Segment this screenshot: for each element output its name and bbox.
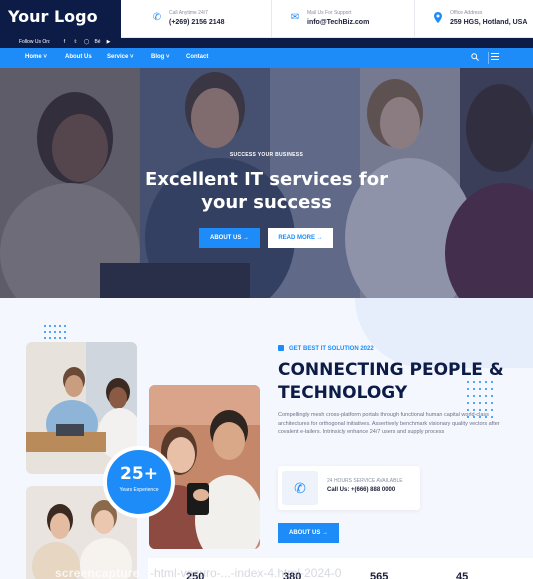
location-icon <box>433 12 443 24</box>
watermark: screencapture <box>55 566 140 579</box>
stat-number: 45 <box>456 571 469 579</box>
logo-text[interactable]: Your Logo <box>8 7 98 26</box>
social-icons: f 𝕥 ◯ Bé ▶ <box>59 39 114 45</box>
hero-banner: SUCCESS YOUR BUSINESS Excellent IT servi… <box>0 68 533 298</box>
contact-value[interactable]: info@TechBiz.com <box>307 19 369 26</box>
watermark-tail: -html-vecuro-...-index-4.html-2024-0 <box>150 566 342 579</box>
nav-contact[interactable]: Contact <box>186 54 208 60</box>
twitter-icon[interactable]: 𝕥 <box>70 39 81 45</box>
section-tag: GET BEST IT SOLUTION 2022 <box>278 345 374 352</box>
contact-label: Mail Us For Support <box>307 10 352 16</box>
page: Your Logo ✆ Call Anytime 24/7 (+269) 215… <box>0 0 533 579</box>
chat-icon <box>278 345 284 351</box>
hero-subtitle: SUCCESS YOUR BUSINESS <box>229 152 304 158</box>
experience-label: Years Experience <box>119 487 159 493</box>
hero-title: Excellent IT services for your success <box>145 169 388 213</box>
dots-decoration <box>44 325 68 339</box>
social-label: Follow Us On: <box>19 39 51 45</box>
chevron-down-icon: ˅ <box>166 54 170 60</box>
social-bar: Follow Us On: f 𝕥 ◯ Bé ▶ <box>0 38 533 48</box>
service-phone[interactable]: Call Us: +(666) 888 0000 <box>327 487 395 493</box>
nav-blog[interactable]: Blog ˅ <box>151 54 170 60</box>
header-divider <box>271 0 272 38</box>
nav-service[interactable]: Service ˅ <box>107 54 134 60</box>
main-nav: Home ˅ About Us Service ˅ Blog ˅ Contact <box>0 48 533 68</box>
stat-number: 565 <box>370 571 389 579</box>
read-more-button[interactable]: READ MORE → <box>268 228 333 248</box>
search-icon[interactable] <box>471 53 479 63</box>
contact-label: Call Anytime 24/7 <box>169 10 208 16</box>
facebook-icon[interactable]: f <box>59 39 70 45</box>
experience-badge: 25+ Years Experience <box>103 446 175 518</box>
header-divider <box>414 0 415 38</box>
nav-separator <box>488 52 489 64</box>
section-heading: CONNECTING PEOPLE & TECHNOLOGY <box>278 360 504 403</box>
top-header: Your Logo ✆ Call Anytime 24/7 (+269) 215… <box>0 0 533 38</box>
logo[interactable]: Your Logo <box>0 0 121 38</box>
contact-label: Office Address <box>450 10 483 16</box>
experience-number: 25+ <box>120 464 158 484</box>
menu-icon[interactable] <box>491 53 499 61</box>
about-us-button[interactable]: ABOUT US → <box>199 228 260 248</box>
nav-home[interactable]: Home ˅ <box>25 54 47 60</box>
chevron-down-icon: ˅ <box>130 54 134 60</box>
section-paragraph: Compellingly mesh cross-platform portals… <box>278 412 500 435</box>
phone-icon: ✆ <box>152 12 162 23</box>
youtube-icon[interactable]: ▶ <box>103 39 114 45</box>
service-card: ✆ 24 HOURS SERVICE AVAILABLE Call Us: +(… <box>278 466 420 510</box>
instagram-icon[interactable]: ◯ <box>81 39 92 45</box>
section-about-button[interactable]: ABOUT US → <box>278 523 339 543</box>
phone-icon: ✆ <box>282 471 318 505</box>
nav-about[interactable]: About Us <box>65 54 92 60</box>
service-label: 24 HOURS SERVICE AVAILABLE <box>327 478 403 484</box>
contact-value[interactable]: (+269) 2156 2148 <box>169 19 224 26</box>
chevron-down-icon: ˅ <box>43 54 47 60</box>
contact-value: 259 HGS, Hotland, USA <box>450 19 528 26</box>
mail-icon: ✉ <box>290 12 300 23</box>
behance-icon[interactable]: Bé <box>92 39 103 45</box>
